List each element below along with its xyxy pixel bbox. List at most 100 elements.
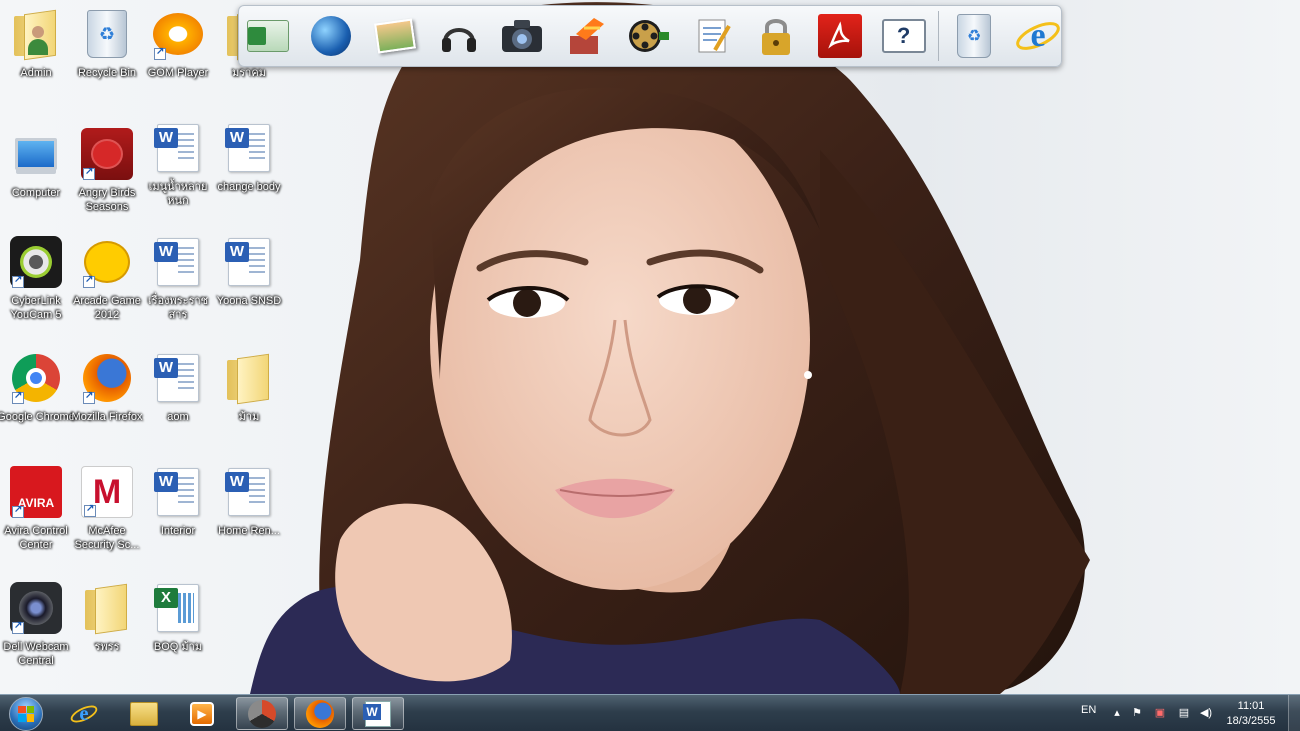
- taskbar-explorer-button[interactable]: [118, 697, 170, 730]
- desktop-icon-dell-webcam[interactable]: Dell Webcam Central: [0, 582, 72, 668]
- desktop-icon-mcafee[interactable]: M McAfee Security Sc...: [71, 466, 143, 552]
- desktop-icon-word-home[interactable]: W Home Ren...: [213, 466, 285, 538]
- excel-doc-icon: X: [152, 582, 204, 634]
- volume-tray-icon[interactable]: ◀): [1199, 706, 1213, 720]
- shortcut-arrow-icon: [154, 46, 166, 60]
- word-doc-icon: W: [152, 122, 204, 174]
- desktop-icon-label: McAfee Security Sc...: [74, 525, 140, 551]
- help-icon[interactable]: ?: [881, 13, 927, 59]
- padlock-icon[interactable]: [754, 13, 800, 59]
- taskbar-media-player-button[interactable]: ▶: [176, 697, 228, 730]
- film-reel-icon[interactable]: [626, 13, 672, 59]
- desktop-icon-label: Recycle Bin: [77, 67, 137, 79]
- headphones-icon[interactable]: [436, 13, 482, 59]
- desktop-icon-label: เรื่องพระราชสาร: [147, 295, 209, 321]
- word-icon: W: [363, 700, 391, 727]
- svg-text:e: e: [79, 703, 88, 725]
- user-avatar-icon: [28, 26, 48, 56]
- avira-icon: AVIRA: [10, 466, 62, 518]
- show-desktop-button[interactable]: [1288, 695, 1300, 731]
- mcafee-icon: M: [81, 466, 133, 518]
- desktop-icon-label: change body: [217, 181, 281, 193]
- desktop-icon-label: BOQ ม้าม: [153, 641, 203, 653]
- explorer-folder-icon: [130, 701, 158, 726]
- word-doc-icon: W: [152, 466, 204, 518]
- shortcut-arrow-icon: [12, 390, 24, 404]
- language-indicator[interactable]: EN: [1081, 704, 1096, 716]
- desktop-icon-recycle-bin[interactable]: ♻ Recycle Bin: [71, 8, 143, 80]
- desktop-icon-gom-player[interactable]: GOM Player: [142, 8, 214, 80]
- desktop-icon-label: Home Ren...: [218, 525, 280, 537]
- taskbar-gom-button[interactable]: [236, 697, 288, 730]
- desktop-icon-label: เมนูน้ำหลาย หนก: [148, 181, 208, 207]
- desktop-icon-avira[interactable]: AVIRA Avira Control Center: [0, 466, 72, 552]
- start-button[interactable]: [4, 696, 48, 731]
- security-tray-icon[interactable]: ▣: [1153, 706, 1167, 720]
- angry-birds-icon: [81, 128, 133, 180]
- desktop-icon-firefox[interactable]: Mozilla Firefox: [71, 352, 143, 424]
- photo-album-icon[interactable]: [372, 13, 418, 59]
- word-doc-icon: W: [152, 236, 204, 288]
- desktop-icon-excel-boq[interactable]: X BOQ ม้าม: [142, 582, 214, 654]
- firefox-icon: [306, 699, 334, 728]
- desktop-icon-label: ม้าม: [238, 411, 260, 423]
- desktop-icon-folder-2[interactable]: รพรร: [71, 582, 143, 654]
- desktop-icon-word-1[interactable]: W เมนูน้ำหลาย หนก: [142, 122, 214, 208]
- desktop-icon-computer[interactable]: Computer: [0, 128, 72, 200]
- desktop-icon-arcade-game[interactable]: Arcade Game 2012: [71, 236, 143, 322]
- dell-webcam-icon: [10, 582, 62, 634]
- internet-explorer-icon[interactable]: e: [1015, 13, 1061, 59]
- desktop-icon-label: มราคม: [232, 67, 266, 79]
- taskbar-firefox-button[interactable]: [294, 697, 346, 730]
- windows-logo-icon: [9, 696, 43, 731]
- folder-icon: [227, 356, 271, 400]
- launcher-dock: ? ♻ e: [238, 5, 1062, 67]
- word-doc-icon: W: [223, 236, 275, 288]
- desktop-icon-youcam[interactable]: CyberLink YouCam 5: [0, 236, 72, 322]
- action-center-flag-icon[interactable]: ⚑: [1130, 706, 1144, 720]
- svg-text:e: e: [1030, 17, 1045, 54]
- recycle-bin-icon[interactable]: ♻: [951, 13, 997, 59]
- network-tray-icon[interactable]: ▤: [1177, 706, 1191, 720]
- arcade-game-icon: [81, 236, 133, 288]
- media-player-icon: ▶: [190, 701, 214, 726]
- taskbar-ie-button[interactable]: e: [58, 697, 110, 730]
- recycle-bin-icon: ♻: [81, 8, 133, 60]
- word-doc-icon: W: [223, 122, 275, 174]
- taskbar: e ▶ W EN ▴ ⚑ ▣ ▤ ◀) 11:01 18/3/2555: [0, 694, 1300, 731]
- show-hidden-icons-button[interactable]: ▴: [1110, 706, 1124, 720]
- shortcut-arrow-icon: [83, 166, 95, 180]
- shortcut-arrow-icon: [84, 503, 96, 517]
- notepad-icon[interactable]: [690, 13, 736, 59]
- word-doc-icon: W: [152, 352, 204, 404]
- desktop-icon-label: Interior: [160, 525, 196, 537]
- system-clock[interactable]: 11:01 18/3/2555: [1216, 699, 1286, 729]
- desktop-icon-folder-3[interactable]: ม้าม: [213, 352, 285, 424]
- desktop-icon-label: Dell Webcam Central: [3, 641, 69, 667]
- desktop-icon-word-2[interactable]: W เรื่องพระราชสาร: [142, 236, 214, 322]
- desktop-icon-admin[interactable]: Admin: [0, 8, 72, 80]
- desktop-icon-label: Yoona SNSD: [216, 295, 282, 307]
- desktop-icon-label: Admin: [20, 67, 52, 79]
- globe-icon[interactable]: [309, 13, 355, 59]
- mail-icon[interactable]: [245, 13, 291, 59]
- desktop-icon-word-aom[interactable]: W aom: [142, 352, 214, 424]
- clock-date: 18/3/2555: [1226, 715, 1276, 727]
- desktop-icon-label: Avira Control Center: [4, 525, 68, 551]
- camera-icon[interactable]: [499, 13, 545, 59]
- desktop-icon-label: Angry Birds Seasons: [78, 187, 136, 213]
- desktop-icon-word-yoona[interactable]: W Yoona SNSD: [213, 236, 285, 308]
- tools-icon[interactable]: [563, 13, 609, 59]
- desktop-icon-label: CyberLink YouCam 5: [10, 295, 62, 321]
- acrobat-icon[interactable]: [817, 13, 863, 59]
- computer-icon: [10, 128, 62, 180]
- taskbar-word-button[interactable]: W: [352, 697, 404, 730]
- desktop-icon-word-change-body[interactable]: W change body: [213, 122, 285, 194]
- internet-explorer-icon: e: [70, 703, 98, 725]
- desktop-icon-angry-birds[interactable]: Angry Birds Seasons: [71, 128, 143, 214]
- shortcut-arrow-icon: [12, 620, 24, 634]
- desktop-icon-chrome[interactable]: Google Chrome: [0, 352, 75, 424]
- desktop-icon-word-interior[interactable]: W Interior: [142, 466, 214, 538]
- chrome-icon: [10, 352, 62, 404]
- firefox-icon: [81, 352, 133, 404]
